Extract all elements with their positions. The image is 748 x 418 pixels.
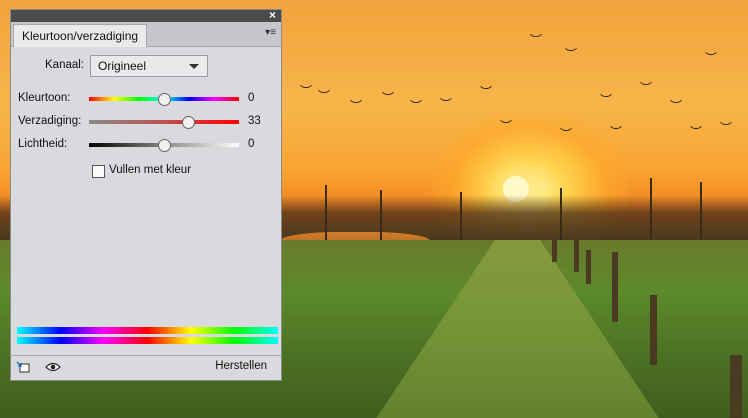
tree xyxy=(380,190,382,240)
lightness-label: Lichtheid: xyxy=(18,138,68,150)
lightness-slider-thumb[interactable] xyxy=(158,139,171,152)
tree xyxy=(700,182,702,240)
fence-post xyxy=(552,236,557,262)
bird: ︶ xyxy=(720,121,733,135)
channel-select-value: Origineel xyxy=(98,59,147,73)
visibility-eye-icon[interactable] xyxy=(45,362,61,372)
panel-header-bar: × xyxy=(11,8,281,22)
panel-menu-icon[interactable]: ▾≡ xyxy=(265,27,276,38)
hue-slider[interactable] xyxy=(89,93,239,106)
reset-button[interactable]: Herstellen xyxy=(215,360,267,372)
bird: ︶ xyxy=(670,99,683,113)
fence-post xyxy=(574,240,579,272)
saturation-label: Verzadiging: xyxy=(18,115,82,127)
hue-value: 0 xyxy=(248,92,255,104)
lightness-slider[interactable] xyxy=(89,139,239,152)
tree xyxy=(325,185,327,240)
chevron-down-icon xyxy=(189,64,199,69)
hue-slider-thumb[interactable] xyxy=(158,93,171,106)
panel-tabstrip: Kleurtoon/verzadiging ▾≡ xyxy=(11,22,281,47)
bird: ︶ xyxy=(530,33,543,47)
fence-post xyxy=(730,355,742,418)
colorize-checkbox[interactable] xyxy=(92,165,105,178)
saturation-slider-thumb[interactable] xyxy=(182,116,195,129)
channel-label: Kanaal: xyxy=(45,59,85,71)
panel-footer: Herstellen xyxy=(11,355,281,380)
fence-post xyxy=(586,250,591,284)
bird: ︶ xyxy=(500,119,513,133)
bird: ︶ xyxy=(610,125,623,139)
lightness-value: 0 xyxy=(248,138,255,150)
saturation-slider[interactable] xyxy=(89,116,239,129)
clip-to-layer-icon[interactable] xyxy=(16,361,30,373)
bird: ︶ xyxy=(690,125,703,139)
bird: ︶ xyxy=(480,85,493,99)
saturation-value: 33 xyxy=(248,115,261,127)
hue-label: Kleurtoon: xyxy=(18,92,71,104)
hue-saturation-panel: × Kleurtoon/verzadiging ▾≡ Kanaal: Origi… xyxy=(10,8,282,381)
bird: ︶ xyxy=(300,84,313,98)
bird: ︶ xyxy=(705,51,718,65)
bird: ︶ xyxy=(318,89,331,103)
input-spectrum-bar xyxy=(17,327,278,334)
bird: ︶ xyxy=(560,127,573,141)
bird: ︶ xyxy=(565,47,578,61)
fence-post xyxy=(650,295,657,365)
tab-hue-saturation[interactable]: Kleurtoon/verzadiging xyxy=(13,24,148,47)
colorize-label: Vullen met kleur xyxy=(109,164,192,176)
close-icon[interactable]: × xyxy=(269,8,276,22)
channel-select[interactable]: Origineel xyxy=(90,55,208,77)
bird: ︶ xyxy=(640,81,653,95)
bird: ︶ xyxy=(410,99,423,113)
bird: ︶ xyxy=(382,91,395,105)
bird: ︶ xyxy=(440,97,453,111)
tree xyxy=(460,192,462,240)
bird: ︶ xyxy=(600,93,613,107)
output-spectrum-bar xyxy=(17,337,278,344)
bird: ︶ xyxy=(350,99,363,113)
fence-post xyxy=(612,252,618,322)
tree xyxy=(650,178,652,240)
tree xyxy=(560,188,562,240)
